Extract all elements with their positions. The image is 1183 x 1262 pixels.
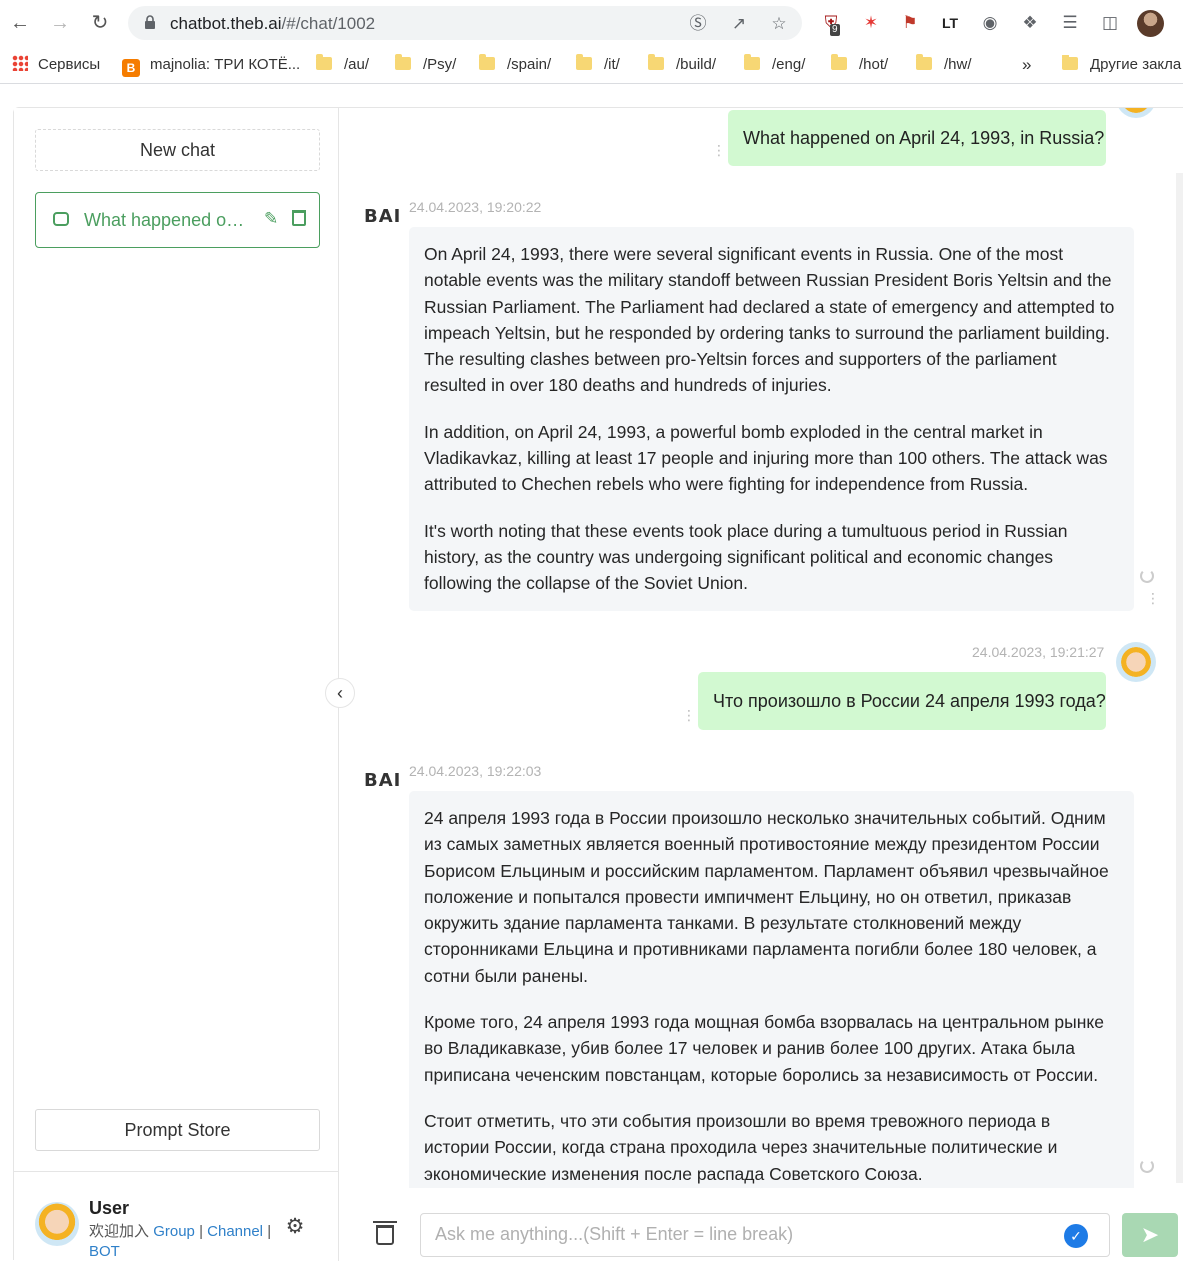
bot-message-bubble: On April 24, 1993, there were several si… xyxy=(409,227,1134,611)
folder-icon xyxy=(576,54,592,70)
message-paragraph: In addition, on April 24, 1993, a powerf… xyxy=(424,421,1108,495)
other-bookmarks[interactable]: Другие закла xyxy=(1062,55,1183,75)
check-badge-icon: ✓ xyxy=(1064,1224,1088,1248)
folder-icon xyxy=(395,54,411,70)
user-name: User xyxy=(89,1198,130,1218)
clear-chat-trash-icon[interactable] xyxy=(373,1221,397,1245)
send-paper-plane-icon: ➤ xyxy=(1140,1222,1160,1247)
chat-history-item[interactable]: What happened on... ✎ xyxy=(35,192,320,248)
message-paragraph: 24 апреля 1993 года в России произошло н… xyxy=(424,808,1109,986)
bookmark-blogger[interactable]: Bmajnolia: ТРИ КОТЁ... xyxy=(122,55,300,77)
forward-arrow-icon[interactable]: → xyxy=(49,12,71,34)
colorful-extension-icon[interactable]: ✶ xyxy=(860,12,882,34)
bookmark-folder[interactable]: /build/ xyxy=(648,54,716,75)
back-arrow-icon[interactable]: ← xyxy=(9,12,31,34)
folder-icon xyxy=(831,54,847,70)
prompt-store-button[interactable]: Prompt Store xyxy=(35,1109,320,1151)
bookmark-folder[interactable]: /spain/ xyxy=(479,54,551,75)
apps-grid-icon xyxy=(12,55,28,71)
chevron-left-icon: ‹ xyxy=(337,683,343,703)
media-control-icon[interactable]: ☰ xyxy=(1059,12,1081,34)
folder-icon xyxy=(648,54,664,70)
folder-icon xyxy=(1062,55,1078,70)
settings-gear-icon[interactable]: ⚙ xyxy=(284,1216,306,1238)
translate-icon[interactable]: Ⓢ xyxy=(688,14,708,34)
chat-messages[interactable]: What happened on April 24, 1993, in Russ… xyxy=(340,108,1183,1188)
message-paragraph: It's worth noting that these events took… xyxy=(424,520,1068,594)
user-chat-avatar xyxy=(1116,108,1156,118)
blogger-icon: B xyxy=(122,59,140,77)
message-timestamp: 24.04.2023, 19:22:03 xyxy=(409,763,542,779)
message-menu-dots-icon[interactable]: ⋮ xyxy=(682,708,696,722)
bookmark-folder[interactable]: /eng/ xyxy=(744,54,805,75)
folder-icon xyxy=(479,54,495,70)
address-bar[interactable]: chatbot.theb.ai/#/chat/1002 Ⓢ ↗ ☆ xyxy=(128,6,802,40)
edit-icon[interactable]: ✎ xyxy=(264,209,278,229)
ublock-extension-icon[interactable]: ⛨ 9 xyxy=(820,12,842,36)
bot-message-bubble: 24 апреля 1993 года в России произошло н… xyxy=(409,791,1134,1188)
bookmarks-bar: Сервисы Bmajnolia: ТРИ КОТЁ... /au/ /Psy… xyxy=(0,46,1183,84)
bai-logo: BAI xyxy=(364,206,402,227)
message-paragraph: Кроме того, 24 апреля 1993 года мощная б… xyxy=(424,1012,1104,1085)
scrollbar[interactable] xyxy=(1176,173,1183,1183)
join-text: 欢迎加入 xyxy=(89,1223,150,1240)
message-menu-dots-icon[interactable]: ⋮ xyxy=(712,143,726,157)
browser-toolbar: ← → ↻ chatbot.theb.ai/#/chat/1002 Ⓢ ↗ ☆ … xyxy=(0,0,1183,46)
bookmark-folder[interactable]: /au/ xyxy=(316,54,369,75)
bookmark-star-icon[interactable]: ☆ xyxy=(769,14,789,34)
sidebar: New chat What happened on... ✎ Prompt St… xyxy=(14,108,339,1261)
regenerate-icon[interactable] xyxy=(1140,569,1154,583)
bookmark-apps[interactable]: Сервисы xyxy=(12,55,100,75)
shield-extension-icon[interactable]: ⚑ xyxy=(899,12,921,34)
delete-icon[interactable] xyxy=(292,210,306,226)
bookmark-folder[interactable]: /hot/ xyxy=(831,54,888,75)
collapse-sidebar-button[interactable]: ‹ xyxy=(325,678,355,708)
message-input-box[interactable]: ✓ xyxy=(420,1213,1110,1257)
folder-icon xyxy=(316,54,332,70)
message-paragraph: Стоит отметить, что эти события произошл… xyxy=(424,1110,1058,1184)
group-link[interactable]: Group xyxy=(153,1223,195,1240)
send-button[interactable]: ➤ xyxy=(1122,1213,1178,1257)
message-input[interactable] xyxy=(435,1224,1055,1245)
folder-icon xyxy=(916,54,932,70)
bot-link[interactable]: BOT xyxy=(89,1243,120,1260)
message-timestamp: 24.04.2023, 19:20:22 xyxy=(409,199,542,215)
channel-link[interactable]: Channel xyxy=(207,1223,263,1240)
new-chat-button[interactable]: New chat xyxy=(35,129,320,171)
bookmark-folder[interactable]: /hw/ xyxy=(916,54,972,75)
side-panel-icon[interactable]: ◫ xyxy=(1099,12,1121,34)
message-paragraph: On April 24, 1993, there were several si… xyxy=(424,244,1115,396)
message-timestamp: 24.04.2023, 19:21:27 xyxy=(972,644,1105,660)
share-icon[interactable]: ↗ xyxy=(729,14,749,34)
chat-bubble-icon xyxy=(53,212,69,226)
user-panel: User 欢迎加入 Group | Channel | BOT ⚙ xyxy=(14,1171,339,1261)
user-chat-avatar xyxy=(1116,642,1156,682)
chat-app: New chat What happened on... ✎ Prompt St… xyxy=(13,107,1183,1261)
input-footer: ✓ ➤ xyxy=(340,1188,1183,1261)
user-links: 欢迎加入 Group | Channel | BOT xyxy=(89,1222,279,1262)
separator: | xyxy=(267,1223,272,1240)
user-message-bubble: What happened on April 24, 1993, in Russ… xyxy=(728,110,1106,166)
user-message-bubble: Что произошло в России 24 апреля 1993 го… xyxy=(698,672,1106,730)
regenerate-icon[interactable] xyxy=(1140,1159,1154,1173)
lt-extension-icon[interactable]: LT xyxy=(939,12,961,34)
puzzle-extensions-icon[interactable]: ❖ xyxy=(1019,12,1041,34)
reload-icon[interactable]: ↻ xyxy=(89,12,111,34)
bai-logo: BAI xyxy=(364,770,402,791)
folder-icon xyxy=(744,54,760,70)
bookmark-folder[interactable]: /it/ xyxy=(576,54,620,75)
message-menu-dots-icon[interactable]: ⋮ xyxy=(1146,591,1160,605)
bookmark-folder[interactable]: /Psy/ xyxy=(395,54,456,75)
camera-extension-icon[interactable]: ◉ xyxy=(979,12,1001,34)
lock-icon xyxy=(145,15,155,29)
profile-avatar[interactable] xyxy=(1137,10,1164,37)
url-text: chatbot.theb.ai/#/chat/1002 xyxy=(170,14,376,33)
separator: | xyxy=(199,1223,203,1240)
user-avatar xyxy=(35,1202,79,1246)
chat-title: What happened on... xyxy=(84,210,249,230)
more-bookmarks-chevron[interactable]: » xyxy=(1022,55,1031,75)
